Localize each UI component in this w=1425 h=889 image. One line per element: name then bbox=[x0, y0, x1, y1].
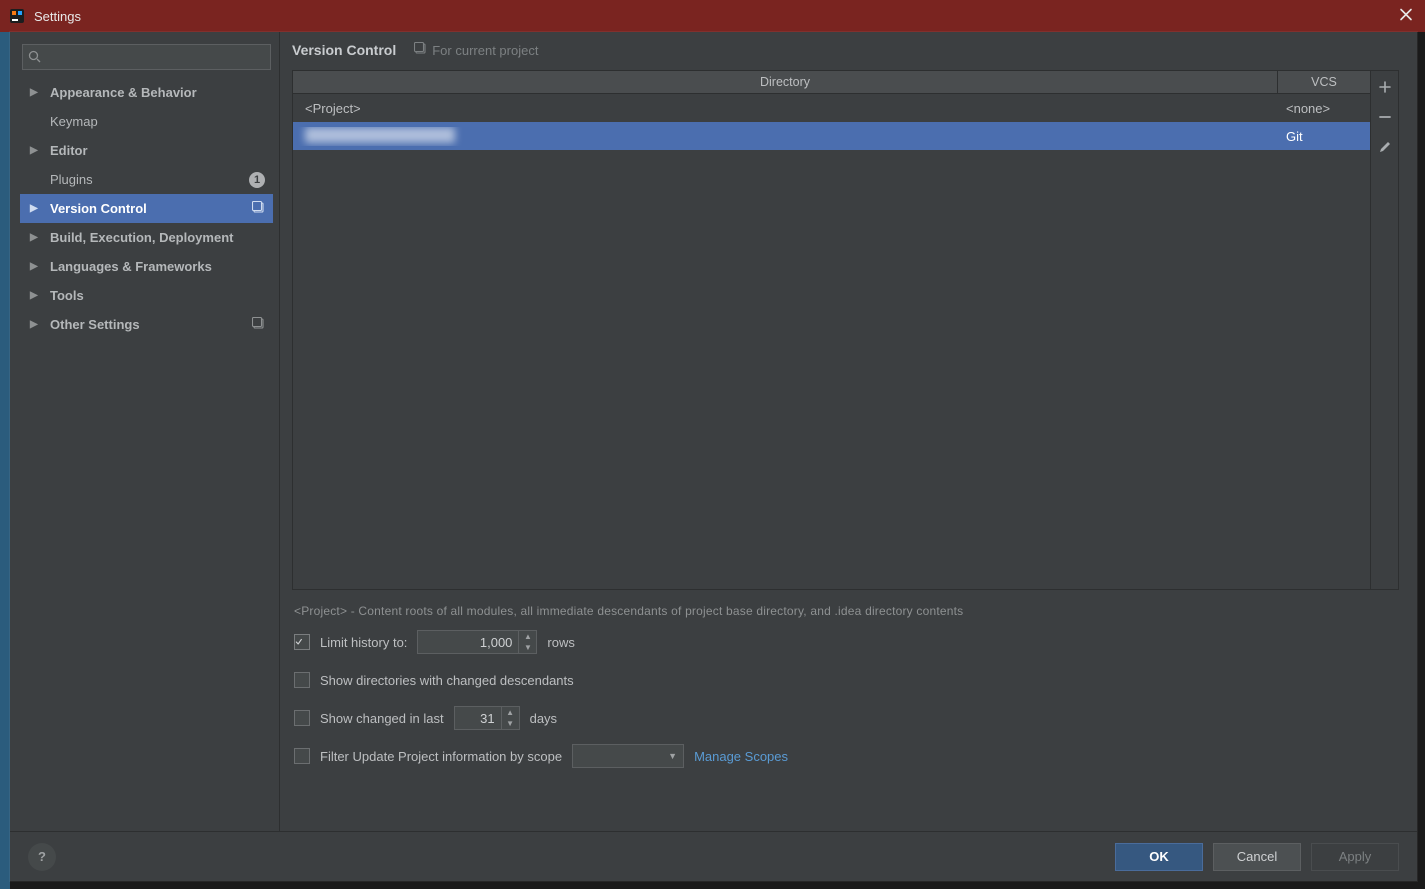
sidebar-item-label: Languages & Frameworks bbox=[50, 259, 212, 274]
column-header-vcs[interactable]: VCS bbox=[1278, 71, 1370, 93]
remove-button[interactable] bbox=[1375, 107, 1395, 127]
chevron-right-icon: ▶ bbox=[30, 319, 42, 330]
cell-vcs: <none> bbox=[1278, 101, 1370, 116]
sidebar-item-label: Build, Execution, Deployment bbox=[50, 230, 233, 245]
search-input[interactable] bbox=[22, 44, 271, 70]
show-changed-input[interactable] bbox=[455, 711, 501, 726]
show-changed-checkbox[interactable] bbox=[294, 710, 310, 726]
limit-history-spinner[interactable]: ▲ ▼ bbox=[417, 630, 537, 654]
show-dirs-checkbox[interactable] bbox=[294, 672, 310, 688]
limit-history-checkbox[interactable] bbox=[294, 634, 310, 650]
contextual-project-icon bbox=[252, 317, 265, 333]
vcs-mappings-table[interactable]: Directory VCS <Project> <none> Git bbox=[292, 70, 1371, 590]
sidebar-item-label: Other Settings bbox=[50, 317, 140, 332]
chevron-right-icon: ▶ bbox=[30, 145, 42, 156]
sidebar-item-build-execution-deployment[interactable]: ▶ Build, Execution, Deployment bbox=[20, 223, 273, 252]
edit-button[interactable] bbox=[1375, 137, 1395, 157]
redacted-path bbox=[305, 127, 455, 143]
sidebar-item-version-control[interactable]: ▶ Version Control bbox=[20, 194, 273, 223]
sidebar-item-plugins[interactable]: Plugins 1 bbox=[20, 165, 273, 194]
help-text: <Project> - Content roots of all modules… bbox=[294, 604, 1399, 618]
contextual-project-icon bbox=[252, 201, 265, 217]
sidebar-item-keymap[interactable]: Keymap bbox=[20, 107, 273, 136]
limit-history-label: Limit history to: bbox=[320, 635, 407, 650]
page-title: Version Control bbox=[292, 42, 396, 58]
show-changed-suffix: days bbox=[530, 711, 557, 726]
sidebar-item-label: Appearance & Behavior bbox=[50, 85, 197, 100]
cancel-button[interactable]: Cancel bbox=[1213, 843, 1301, 871]
sidebar-item-appearance-behavior[interactable]: ▶ Appearance & Behavior bbox=[20, 78, 273, 107]
sidebar-item-languages-frameworks[interactable]: ▶ Languages & Frameworks bbox=[20, 252, 273, 281]
chevron-right-icon: ▶ bbox=[30, 87, 42, 98]
close-icon[interactable] bbox=[1395, 4, 1417, 29]
cell-directory: <Project> bbox=[293, 101, 1278, 116]
chevron-right-icon: ▶ bbox=[30, 232, 42, 243]
add-button[interactable] bbox=[1375, 77, 1395, 97]
filter-scope-checkbox[interactable] bbox=[294, 748, 310, 764]
sidebar-item-editor[interactable]: ▶ Editor bbox=[20, 136, 273, 165]
ok-button[interactable]: OK bbox=[1115, 843, 1203, 871]
spinner-down-icon[interactable]: ▼ bbox=[519, 642, 536, 653]
table-row[interactable]: Git bbox=[293, 122, 1370, 150]
sidebar-item-label: Version Control bbox=[50, 201, 147, 216]
apply-button[interactable]: Apply bbox=[1311, 843, 1399, 871]
sidebar-item-label: Keymap bbox=[50, 114, 98, 129]
show-changed-spinner[interactable]: ▲ ▼ bbox=[454, 706, 520, 730]
sidebar-item-label: Editor bbox=[50, 143, 88, 158]
spinner-down-icon[interactable]: ▼ bbox=[502, 718, 519, 729]
plugins-update-badge: 1 bbox=[249, 172, 265, 188]
filter-scope-label: Filter Update Project information by sco… bbox=[320, 749, 562, 764]
sidebar-item-other-settings[interactable]: ▶ Other Settings bbox=[20, 310, 273, 339]
window-title: Settings bbox=[34, 9, 81, 24]
cell-directory bbox=[293, 127, 1278, 146]
contextual-project-icon bbox=[414, 42, 427, 58]
current-project-badge: For current project bbox=[414, 42, 538, 58]
table-row[interactable]: <Project> <none> bbox=[293, 94, 1370, 122]
spinner-up-icon[interactable]: ▲ bbox=[519, 631, 536, 642]
sidebar-item-tools[interactable]: ▶ Tools bbox=[20, 281, 273, 310]
sidebar-item-label: Plugins bbox=[50, 172, 93, 187]
chevron-right-icon: ▶ bbox=[30, 203, 42, 214]
app-icon bbox=[8, 7, 26, 25]
chevron-down-icon: ▼ bbox=[668, 751, 677, 761]
limit-history-suffix: rows bbox=[547, 635, 574, 650]
chevron-right-icon: ▶ bbox=[30, 261, 42, 272]
manage-scopes-link[interactable]: Manage Scopes bbox=[694, 749, 788, 764]
sidebar-item-label: Tools bbox=[50, 288, 84, 303]
chevron-right-icon: ▶ bbox=[30, 290, 42, 301]
cell-vcs: Git bbox=[1278, 129, 1370, 144]
show-dirs-label: Show directories with changed descendant… bbox=[320, 673, 574, 688]
column-header-directory[interactable]: Directory bbox=[293, 71, 1278, 93]
limit-history-input[interactable] bbox=[418, 635, 518, 650]
current-project-label: For current project bbox=[432, 43, 538, 58]
filter-scope-dropdown[interactable]: ▼ bbox=[572, 744, 684, 768]
background-editor-sliver bbox=[0, 32, 10, 889]
spinner-up-icon[interactable]: ▲ bbox=[502, 707, 519, 718]
settings-tree: ▶ Appearance & Behavior Keymap ▶ Editor … bbox=[20, 78, 273, 339]
show-changed-label: Show changed in last bbox=[320, 711, 444, 726]
help-button[interactable]: ? bbox=[28, 843, 56, 871]
